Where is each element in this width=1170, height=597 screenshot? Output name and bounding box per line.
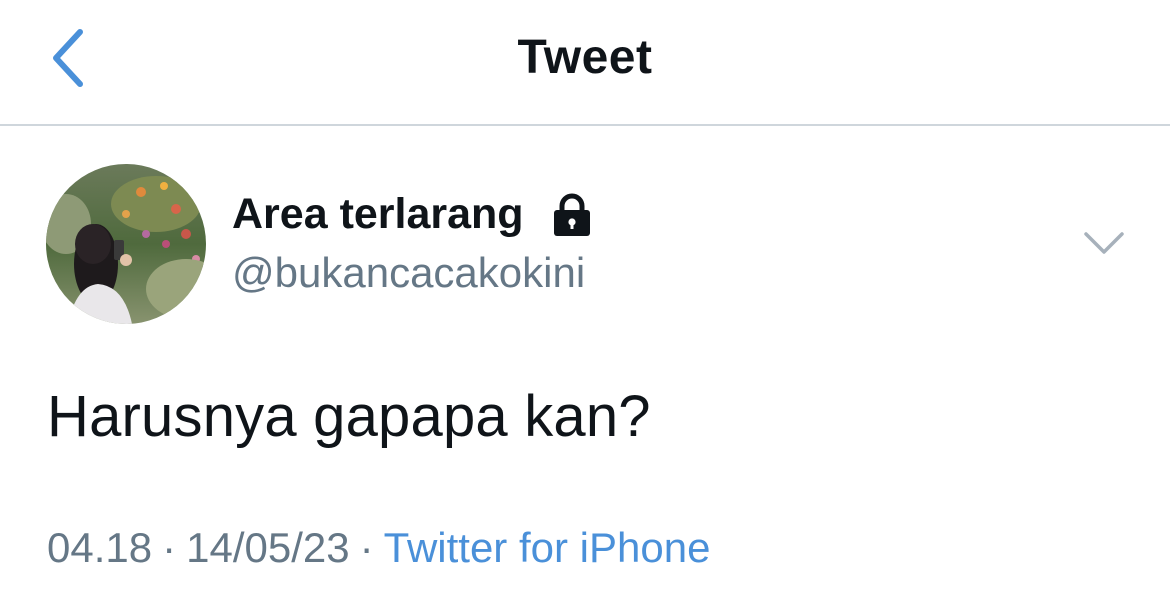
separator: ·	[162, 524, 177, 571]
author-display-name[interactable]: Area terlarang	[232, 190, 524, 239]
chevron-down-icon	[1084, 232, 1124, 254]
separator: ·	[359, 524, 374, 571]
tweet-time: 04.18	[47, 524, 153, 571]
client-link[interactable]: Twitter for iPhone	[384, 524, 711, 571]
author-name-row: Area terlarang	[232, 190, 594, 239]
lock-icon	[550, 192, 594, 238]
author-handle[interactable]: @bukancacakokini	[232, 249, 585, 297]
tweet-text: Harusnya gapapa kan?	[47, 384, 651, 449]
navigation-bar: Tweet	[0, 0, 1170, 126]
page-title: Tweet	[517, 31, 653, 84]
avatar[interactable]	[46, 164, 206, 324]
tweet-metadata: 04.18 · 14/05/23 · Twitter for iPhone	[47, 524, 710, 572]
tweet-options-button[interactable]	[1082, 226, 1126, 260]
tweet-date: 14/05/23	[186, 524, 350, 571]
